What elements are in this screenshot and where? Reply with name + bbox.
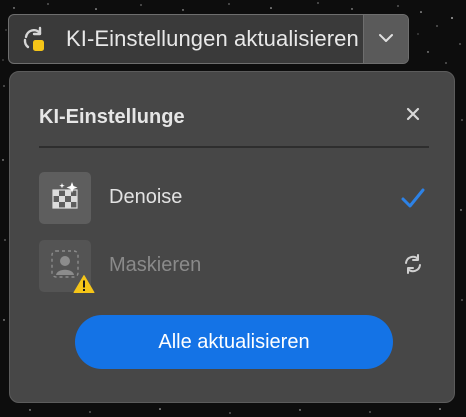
- list-item-label: Denoise: [109, 186, 183, 208]
- list-item-denoise: Denoise: [39, 172, 429, 224]
- list-item-label: Maskieren: [109, 254, 202, 276]
- refresh-icon: [402, 253, 424, 280]
- warning-icon: [73, 274, 95, 294]
- list-item-maskieren: Maskieren: [39, 240, 429, 294]
- close-button[interactable]: [403, 106, 423, 126]
- denoise-thumbnail: [39, 172, 91, 224]
- ai-settings-panel: KI-Einstellunge Denoise Maskieren Alle a…: [9, 71, 455, 403]
- checkmark-icon: [399, 184, 427, 212]
- ai-settings-update-button[interactable]: KI-Einstellungen aktualisieren: [9, 15, 363, 63]
- denoise-icon: [50, 181, 80, 216]
- panel-title: KI-Einstellunge: [39, 106, 185, 128]
- ai-settings-update-dropdown[interactable]: KI-Einstellungen aktualisieren: [8, 14, 409, 64]
- dropdown-toggle-button[interactable]: [363, 15, 408, 63]
- close-icon: [406, 107, 420, 126]
- panel-divider: [39, 146, 429, 148]
- refresh-button[interactable]: [399, 252, 427, 280]
- chevron-down-icon: [378, 30, 394, 48]
- ai-settings-update-label: KI-Einstellungen aktualisieren: [66, 26, 359, 51]
- ai-update-icon: [19, 24, 49, 54]
- update-all-button[interactable]: Alle aktualisieren: [75, 315, 393, 369]
